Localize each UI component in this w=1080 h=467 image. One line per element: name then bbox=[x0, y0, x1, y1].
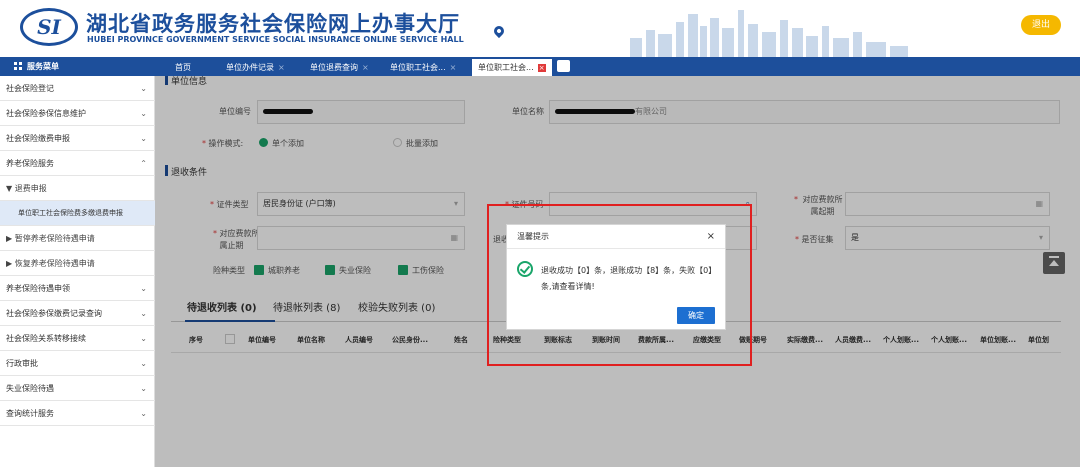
site-subtitle: HUBEI PROVINCE GOVERNMENT SERVICE SOCIAL… bbox=[87, 35, 464, 44]
tab-employee-insurance-1[interactable]: 单位职工社会... × bbox=[390, 59, 456, 76]
tab-menu-icon[interactable] bbox=[557, 60, 570, 72]
sidebar-item-refund-declare[interactable]: ▼ 退费申报 bbox=[0, 176, 155, 201]
sidebar-item-registration[interactable]: 社会保险登记 ⌄ bbox=[0, 76, 155, 101]
close-icon[interactable]: × bbox=[450, 63, 457, 72]
top-nav: 服务菜单 首页 单位办件记录 × 单位退费查询 × 单位职工社会... × 单位职工社… bbox=[0, 57, 1080, 76]
sidebar-item-statistics[interactable]: 查询统计服务 ⌄ bbox=[0, 401, 155, 426]
close-icon[interactable]: × bbox=[362, 63, 369, 72]
chevron-down-icon: ⌄ bbox=[140, 134, 147, 143]
close-icon[interactable]: × bbox=[537, 64, 546, 72]
chevron-down-icon: ⌄ bbox=[140, 309, 147, 318]
chevron-down-icon: ⌄ bbox=[140, 284, 147, 293]
logout-button[interactable]: 退出 bbox=[1021, 15, 1061, 35]
sidebar-item-pension-service[interactable]: 养老保险服务 ⌃ bbox=[0, 151, 155, 176]
sidebar-item-admin-approval[interactable]: 行政审批 ⌄ bbox=[0, 351, 155, 376]
sidebar-item-resume-pension[interactable]: ▶ 恢复养老保险待遇申请 bbox=[0, 251, 155, 276]
tab-unit-records[interactable]: 单位办件记录 × bbox=[226, 59, 285, 76]
sidebar-item-transfer[interactable]: 社会保险关系转移接续 ⌄ bbox=[0, 326, 155, 351]
sidebar-item-info-maintain[interactable]: 社会保险参保信息维护 ⌄ bbox=[0, 101, 155, 126]
sidebar-item-payment-declare[interactable]: 社会保险缴费申报 ⌄ bbox=[0, 126, 155, 151]
tab-employee-insurance-2[interactable]: 单位职工社会... × bbox=[472, 59, 552, 76]
chevron-down-icon: ⌄ bbox=[140, 384, 147, 393]
sidebar-item-suspend-pension[interactable]: ▶ 暂停养老保险待遇申请 bbox=[0, 226, 155, 251]
chevron-down-icon: ⌄ bbox=[140, 359, 147, 368]
location-pin-icon[interactable] bbox=[491, 23, 507, 39]
sidebar: 社会保险登记 ⌄ 社会保险参保信息维护 ⌄ 社会保险缴费申报 ⌄ 养老保险服务 ⌃ ▼ … bbox=[0, 76, 155, 467]
chevron-down-icon: ⌄ bbox=[140, 409, 147, 418]
menu-title: 服务菜单 bbox=[27, 62, 59, 71]
social-insurance-logo: SI bbox=[20, 8, 78, 46]
highlight-annotation-box bbox=[487, 204, 752, 366]
grid-icon bbox=[14, 62, 22, 70]
site-title: 湖北省政务服务社会保险网上办事大厅 bbox=[86, 12, 460, 36]
sidebar-item-employee-refund[interactable]: 单位职工社会保险费多缴退费申报 bbox=[0, 201, 155, 226]
chevron-down-icon: ⌄ bbox=[140, 84, 147, 93]
sidebar-item-unemployment[interactable]: 失业保险待遇 ⌄ bbox=[0, 376, 155, 401]
tab-refund-query[interactable]: 单位退费查询 × bbox=[310, 59, 369, 76]
service-menu-header: 服务菜单 bbox=[0, 57, 155, 76]
chevron-down-icon: ⌄ bbox=[140, 334, 147, 343]
chevron-up-icon: ⌃ bbox=[140, 159, 147, 168]
header: SI 湖北省政务服务社会保险网上办事大厅 HUBEI PROVINCE GOVE… bbox=[0, 0, 1080, 57]
sidebar-item-pension-claim[interactable]: 养老保险待遇申领 ⌄ bbox=[0, 276, 155, 301]
city-skyline-icon bbox=[630, 10, 908, 57]
close-icon[interactable]: × bbox=[278, 63, 285, 72]
chevron-down-icon: ⌄ bbox=[140, 109, 147, 118]
sidebar-item-payment-records[interactable]: 社会保险参保缴费记录查询 ⌄ bbox=[0, 301, 155, 326]
